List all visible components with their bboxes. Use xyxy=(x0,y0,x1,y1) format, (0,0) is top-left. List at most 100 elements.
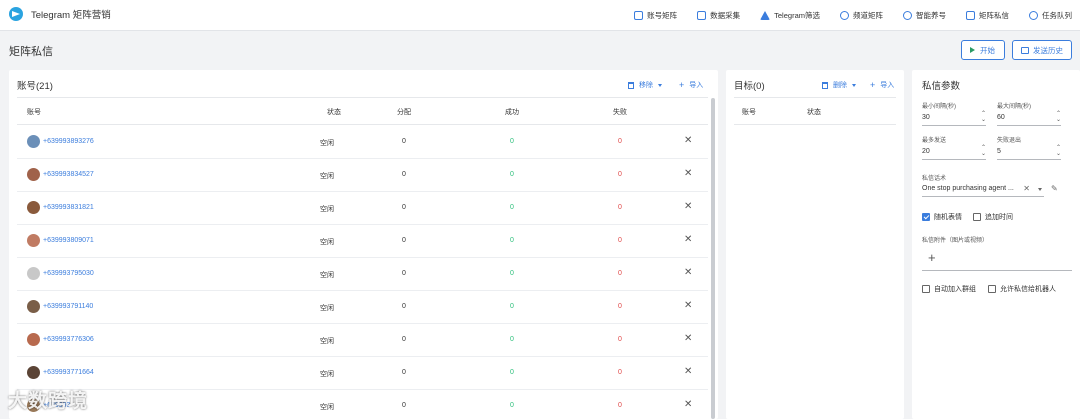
nav-telegram-filter[interactable]: Telegram筛选 xyxy=(760,10,820,21)
account-phone[interactable]: +639993831821 xyxy=(43,204,94,211)
account-phone[interactable]: +639993893276 xyxy=(43,138,94,145)
import-label: 导入 xyxy=(880,82,895,89)
message-params-panel: 私信参数 最小间隔(秒) 30 ⌃ ⌄ 最大间隔(秒) 60 ⌃ ⌄ 最多发送 20… xyxy=(912,70,1080,419)
filter-icon xyxy=(760,11,771,20)
table-row[interactable]: +639993834527 空闲 0 0 0 ✕ xyxy=(17,159,708,192)
account-phone[interactable]: +639993771664 xyxy=(43,369,94,376)
account-success: 0 xyxy=(510,402,514,409)
account-alloc: 0 xyxy=(402,237,406,244)
send-history-button[interactable]: 发送历史 xyxy=(1012,40,1072,60)
append-time-label: 追加时间 xyxy=(985,214,1013,221)
close-icon[interactable]: ✕ xyxy=(684,267,692,278)
account-alloc: 0 xyxy=(402,369,406,376)
account-phone[interactable]: +639993795030 xyxy=(43,270,94,277)
avatar xyxy=(27,366,40,379)
checkbox-icon xyxy=(922,285,930,293)
attachment-label: 私信附件（图片或视频） xyxy=(922,238,989,244)
import-targets-button[interactable]: + 导入 xyxy=(870,80,894,90)
max-interval-field[interactable]: 60 ⌃ ⌄ xyxy=(997,110,1061,126)
stepper-arrows-icon[interactable]: ⌃ ⌄ xyxy=(1056,111,1061,123)
nav-label: 智能养号 xyxy=(916,11,946,20)
add-attachment-icon[interactable]: + xyxy=(928,250,936,265)
page-title: 矩阵私信 xyxy=(9,46,53,58)
close-icon[interactable]: ✕ xyxy=(684,234,692,245)
account-alloc: 0 xyxy=(402,204,406,211)
fail-exit-value: 5 xyxy=(997,148,1001,155)
stepper-arrows-icon[interactable]: ⌃ ⌄ xyxy=(1056,145,1061,157)
data-collect-icon xyxy=(697,11,707,20)
table-row[interactable]: +639993795030 空闲 0 0 0 ✕ xyxy=(17,258,708,291)
nav-task-queue[interactable]: 任务队列 xyxy=(1029,10,1072,21)
clear-icon[interactable]: ✕ xyxy=(1023,184,1030,193)
accounts-table-header: 账号 状态 分配 成功 失败 xyxy=(17,97,708,125)
nav-matrix-message[interactable]: 矩阵私信 xyxy=(966,10,1009,21)
col-alloc: 分配 xyxy=(397,109,411,116)
account-phone[interactable]: +639993791140 xyxy=(43,303,93,310)
remove-button[interactable]: 移除 xyxy=(628,80,662,90)
chevron-down-icon[interactable] xyxy=(1038,188,1042,191)
plus-icon: + xyxy=(679,79,685,90)
close-icon[interactable]: ✕ xyxy=(684,399,692,410)
close-icon[interactable]: ✕ xyxy=(684,168,692,179)
edit-icon[interactable]: ✎ xyxy=(1051,184,1058,193)
close-icon[interactable]: ✕ xyxy=(684,201,692,212)
random-emoji-checkbox[interactable]: 随机表情 xyxy=(922,212,962,222)
delete-button[interactable]: 删除 xyxy=(822,80,856,90)
import-accounts-button[interactable]: + 导入 xyxy=(679,80,703,90)
message-icon xyxy=(966,11,975,20)
table-row[interactable]: +639993809071 空闲 0 0 0 ✕ xyxy=(17,225,708,258)
account-success: 0 xyxy=(510,270,514,277)
start-label: 开始 xyxy=(980,45,995,55)
account-success: 0 xyxy=(510,303,514,310)
table-row[interactable]: +639993831821 空闲 0 0 0 ✕ xyxy=(17,192,708,225)
auto-join-group-checkbox[interactable]: 自动加入群组 xyxy=(922,284,976,294)
remove-label: 移除 xyxy=(639,82,653,89)
close-icon[interactable]: ✕ xyxy=(684,333,692,344)
app-title: Telegram 矩阵营销 xyxy=(31,10,111,21)
max-interval-label: 最大间隔(秒) xyxy=(997,104,1031,110)
close-icon[interactable]: ✕ xyxy=(684,366,692,377)
nav-channel-matrix[interactable]: 频道矩阵 xyxy=(840,10,883,21)
script-select[interactable]: One stop purchasing agent ... ✕ xyxy=(922,181,1044,197)
top-bar: Telegram 矩阵营销 账号矩阵 数据采集 Telegram筛选 频道矩阵 … xyxy=(0,0,1080,31)
account-fail: 0 xyxy=(618,138,622,145)
account-success: 0 xyxy=(510,237,514,244)
close-icon[interactable]: ✕ xyxy=(684,300,692,311)
stepper-arrows-icon[interactable]: ⌃ ⌄ xyxy=(981,111,986,123)
account-success: 0 xyxy=(510,204,514,211)
targets-table-header: 账号 状态 xyxy=(734,97,896,125)
close-icon[interactable]: ✕ xyxy=(684,135,692,146)
fail-exit-label: 失败退出 xyxy=(997,138,1022,144)
targets-panel: 目标(0) 删除 + 导入 账号 状态 xyxy=(726,70,904,419)
accounts-scrollbar[interactable] xyxy=(711,98,715,419)
smart-nurture-icon xyxy=(903,11,912,20)
targets-title: 目标(0) xyxy=(734,81,765,92)
table-row[interactable]: +639993 空闲 0 0 0 ✕ xyxy=(17,390,708,419)
table-row[interactable]: +639993791140 空闲 0 0 0 ✕ xyxy=(17,291,708,324)
start-button[interactable]: 开始 xyxy=(961,40,1005,60)
max-send-field[interactable]: 20 ⌃ ⌄ xyxy=(922,144,986,160)
nav-account-matrix[interactable]: 账号矩阵 xyxy=(634,10,677,21)
task-queue-icon xyxy=(1029,11,1038,20)
account-status: 空闲 xyxy=(320,404,334,411)
avatar xyxy=(27,234,40,247)
table-row[interactable]: +639993771664 空闲 0 0 0 ✕ xyxy=(17,357,708,390)
max-send-label: 最多发送 xyxy=(922,138,947,144)
stepper-arrows-icon[interactable]: ⌃ ⌄ xyxy=(981,145,986,157)
allow-bot-checkbox[interactable]: 允许私信给机器人 xyxy=(988,284,1056,294)
table-row[interactable]: +639993893276 空闲 0 0 0 ✕ xyxy=(17,126,708,159)
nav-data-collect[interactable]: 数据采集 xyxy=(697,10,740,21)
account-phone[interactable]: +639993834527 xyxy=(43,171,94,178)
channel-icon xyxy=(840,11,849,20)
table-row[interactable]: +639993776306 空闲 0 0 0 ✕ xyxy=(17,324,708,357)
account-phone[interactable]: +639993809071 xyxy=(43,237,94,244)
random-emoji-label: 随机表情 xyxy=(934,214,962,221)
account-fail: 0 xyxy=(618,402,622,409)
account-matrix-icon xyxy=(634,11,644,20)
account-phone[interactable]: +639993776306 xyxy=(43,336,94,343)
append-time-checkbox[interactable]: 追加时间 xyxy=(973,212,1013,222)
fail-exit-field[interactable]: 5 ⌃ ⌄ xyxy=(997,144,1061,160)
min-interval-field[interactable]: 30 ⌃ ⌄ xyxy=(922,110,986,126)
nav-smart-nurture[interactable]: 智能养号 xyxy=(903,10,946,21)
history-label: 发送历史 xyxy=(1033,45,1063,55)
